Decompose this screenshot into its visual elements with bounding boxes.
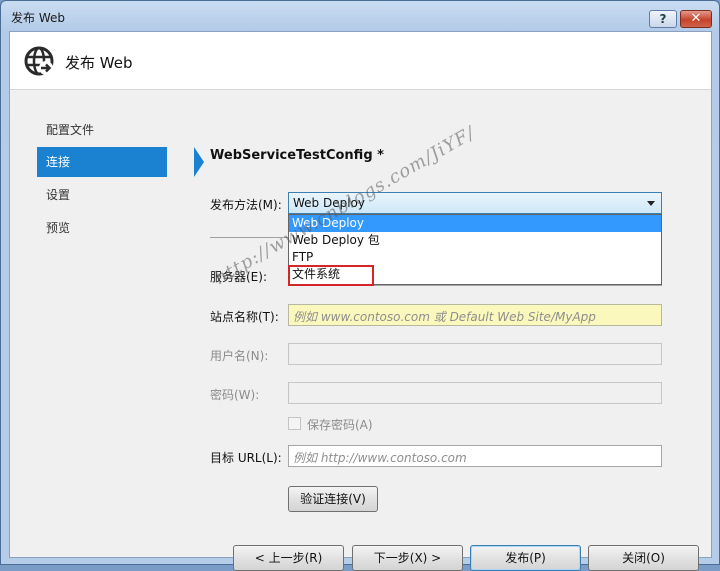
window-title: 发布 Web <box>11 11 65 25</box>
username-input[interactable] <box>288 343 662 365</box>
chevron-down-icon[interactable] <box>647 201 655 206</box>
dialog-client-area: 发布 Web 配置文件 连接 设置 预览 WebServiceTestConfi… <box>9 31 712 571</box>
dropdown-option-web-deploy-package[interactable]: Web Deploy 包 <box>289 232 661 249</box>
sidebar-item-settings[interactable]: 设置 <box>37 180 177 210</box>
header-title: 发布 Web <box>65 54 133 72</box>
password-input[interactable] <box>288 382 662 404</box>
site-name-label: 站点名称(T): <box>210 310 279 324</box>
publish-button[interactable]: 发布(P) <box>470 545 581 571</box>
publish-method-label: 发布方法(M): <box>210 198 282 212</box>
dropdown-option-ftp[interactable]: FTP <box>289 249 661 266</box>
password-label: 密码(W): <box>210 388 260 402</box>
site-name-input[interactable]: 例如 www.contoso.com 或 Default Web Site/My… <box>288 304 662 326</box>
username-label: 用户名(N): <box>210 349 269 363</box>
validate-connection-button[interactable]: 验证连接(V) <box>288 486 378 512</box>
help-button[interactable]: ? <box>649 10 677 28</box>
sidebar-item-label: 连接 <box>46 155 71 169</box>
previous-button[interactable]: < 上一步(R) <box>233 545 344 571</box>
save-password-label: 保存密码(A) <box>307 418 373 432</box>
close-button[interactable]: 关闭(O) <box>588 545 699 571</box>
sidebar-item-connection[interactable]: 连接 <box>37 147 204 177</box>
dialog-body: 配置文件 连接 设置 预览 WebServiceTestConfig * 发布方… <box>10 90 711 571</box>
target-url-placeholder: 例如 http://www.contoso.com <box>293 451 467 465</box>
save-password-checkbox[interactable] <box>288 417 301 430</box>
profile-title: WebServiceTestConfig * <box>210 148 384 163</box>
close-window-button[interactable]: ✕ <box>680 10 712 28</box>
dialog-header: 发布 Web <box>10 32 711 90</box>
title-bar[interactable]: 发布 Web ? ✕ <box>1 1 719 31</box>
globe-publish-icon <box>24 46 54 76</box>
site-name-placeholder: 例如 www.contoso.com 或 Default Web Site/My… <box>293 310 596 324</box>
sidebar-item-profile[interactable]: 配置文件 <box>37 115 177 145</box>
selection-arrow <box>194 147 204 177</box>
next-button[interactable]: 下一步(X) > <box>352 545 463 571</box>
target-url-input[interactable]: 例如 http://www.contoso.com <box>288 445 662 467</box>
sidebar-item-preview[interactable]: 预览 <box>37 213 177 243</box>
publish-web-dialog: 发布 Web ? ✕ 发布 Web 配置文件 连接 设置 预览 WebServi… <box>0 0 720 571</box>
target-url-label: 目标 URL(L): <box>210 451 282 465</box>
annotation-highlight-box <box>288 265 374 286</box>
